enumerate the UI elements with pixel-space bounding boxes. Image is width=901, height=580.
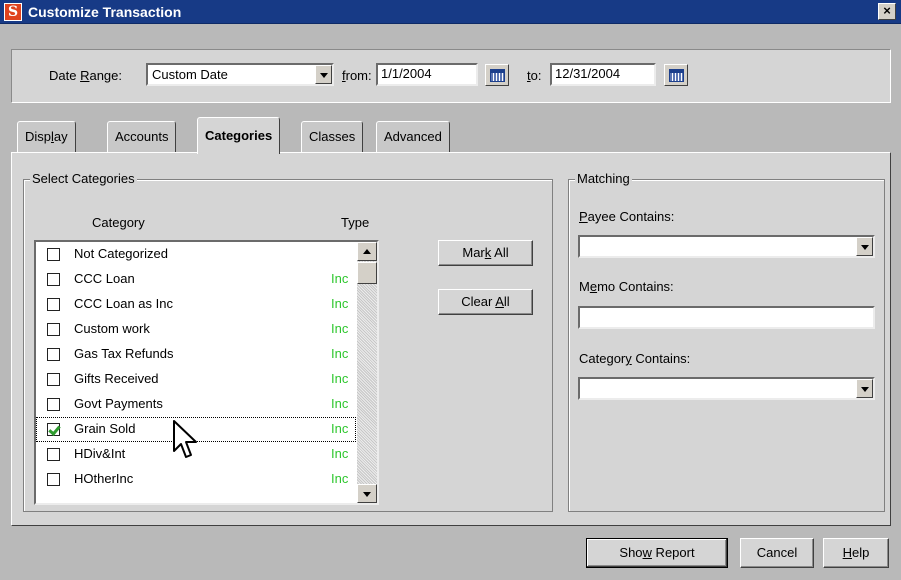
select-categories-group: Select Categories Category Type Not Cate…: [23, 171, 553, 512]
title-bar: S Customize Transaction ×: [0, 0, 901, 24]
tab-categories[interactable]: Categories: [197, 117, 281, 154]
customize-transaction-window: S Customize Transaction × Date Range: Cu…: [0, 0, 901, 580]
checkbox[interactable]: [47, 248, 60, 261]
scroll-thumb[interactable]: [357, 262, 377, 284]
close-button[interactable]: ×: [878, 3, 896, 20]
chevron-down-icon[interactable]: [856, 237, 873, 256]
checkbox-checked[interactable]: [47, 423, 60, 436]
close-icon: ×: [883, 3, 891, 18]
date-range-label: Date Range:: [49, 68, 123, 83]
scroll-up-icon[interactable]: [357, 242, 377, 261]
checkbox[interactable]: [47, 373, 60, 386]
tab-advanced[interactable]: Advanced: [376, 121, 450, 152]
mouse-pointer-icon: [173, 420, 197, 458]
to-calendar-icon[interactable]: [664, 64, 688, 86]
categories-tab-panel: Select Categories Category Type Not Cate…: [11, 152, 891, 526]
category-contains-input[interactable]: [578, 377, 875, 400]
category-list[interactable]: Not Categorized CCC Loan Inc CCC Loan as…: [34, 240, 379, 505]
tab-display[interactable]: Display: [17, 121, 76, 152]
checkbox[interactable]: [47, 273, 60, 286]
column-header-category: Category: [92, 215, 145, 230]
cancel-button[interactable]: Cancel: [740, 538, 814, 568]
from-date-field[interactable]: 1/1/2004: [376, 63, 478, 86]
payee-contains-input[interactable]: [578, 235, 875, 258]
from-calendar-icon[interactable]: [485, 64, 509, 86]
tab-accounts[interactable]: Accounts: [107, 121, 177, 152]
list-item[interactable]: CCC Loan as Inc Inc: [36, 292, 356, 317]
list-item[interactable]: HOtherInc Inc: [36, 467, 356, 492]
memo-contains-input[interactable]: [578, 306, 875, 329]
help-button[interactable]: Help: [823, 538, 889, 568]
memo-contains-label: Memo Contains:: [579, 279, 674, 294]
to-label: to:: [527, 68, 542, 83]
list-item[interactable]: Gifts Received Inc: [36, 367, 356, 392]
list-item[interactable]: CCC Loan Inc: [36, 267, 356, 292]
list-item[interactable]: Govt Payments Inc: [36, 392, 356, 417]
checkbox[interactable]: [47, 298, 60, 311]
list-item[interactable]: Gas Tax Refunds Inc: [36, 342, 356, 367]
column-header-type: Type: [341, 215, 370, 230]
tab-classes[interactable]: Classes: [301, 121, 364, 152]
matching-label: Matching: [575, 171, 632, 187]
date-range-value: Custom Date: [152, 67, 228, 82]
checkbox[interactable]: [47, 398, 60, 411]
checkbox[interactable]: [47, 448, 60, 461]
list-item[interactable]: Custom work Inc: [36, 317, 356, 342]
list-item[interactable]: Not Categorized: [36, 242, 356, 267]
list-scrollbar[interactable]: [357, 242, 377, 503]
scroll-down-icon[interactable]: [357, 484, 377, 503]
show-report-button[interactable]: Show Report: [586, 538, 728, 568]
date-range-select[interactable]: Custom Date: [146, 63, 334, 86]
mark-all-button[interactable]: Mark All: [438, 240, 533, 266]
checkbox[interactable]: [47, 348, 60, 361]
matching-group: Matching Payee Contains: Memo Contains: …: [568, 171, 885, 512]
checkbox[interactable]: [47, 473, 60, 486]
chevron-down-icon[interactable]: [315, 65, 332, 84]
category-contains-label: Category Contains:: [579, 351, 691, 366]
to-date-field[interactable]: 12/31/2004: [550, 63, 656, 86]
window-title: Customize Transaction: [28, 4, 182, 20]
select-categories-label: Select Categories: [30, 171, 137, 187]
app-logo-icon: S: [4, 3, 22, 21]
date-range-panel: Date Range: Custom Date from: 1/1/2004 t…: [11, 49, 891, 103]
from-label: from:: [342, 68, 372, 83]
chevron-down-icon[interactable]: [856, 379, 873, 398]
payee-contains-label: Payee Contains:: [579, 209, 675, 224]
clear-all-button[interactable]: Clear All: [438, 289, 533, 315]
checkbox[interactable]: [47, 323, 60, 336]
